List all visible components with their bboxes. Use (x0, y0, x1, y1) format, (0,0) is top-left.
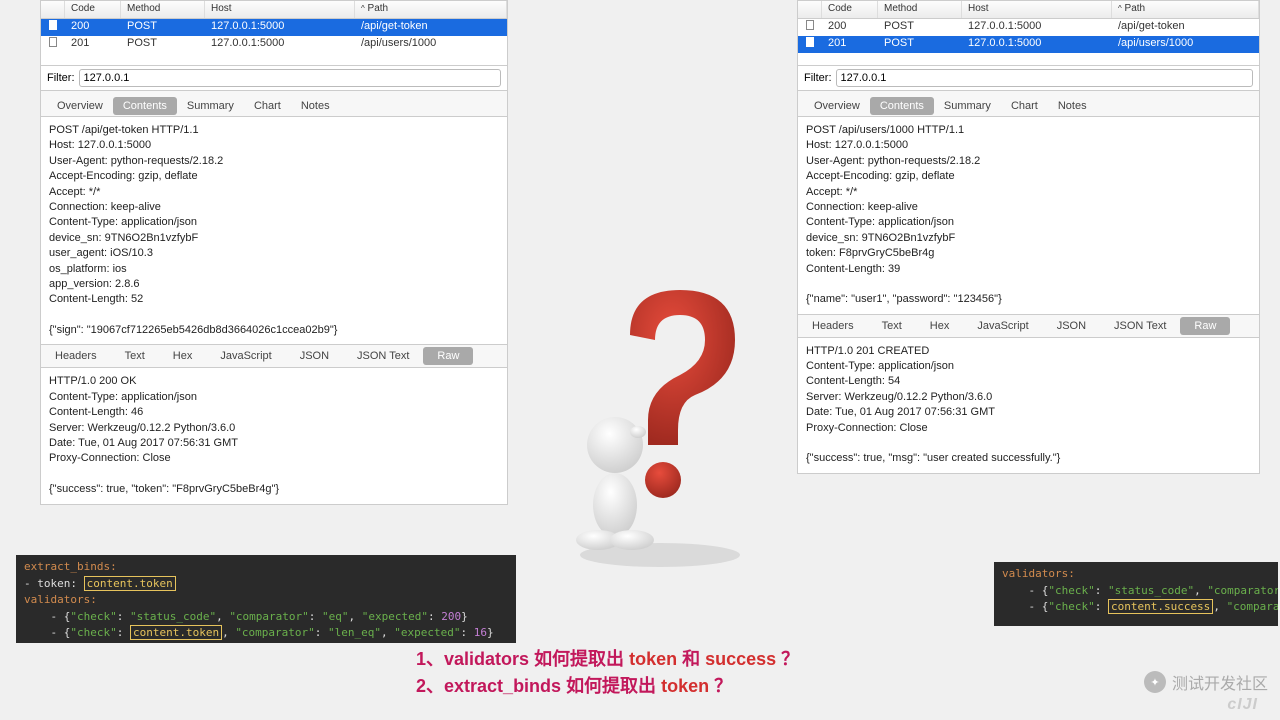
col-method[interactable]: Method (878, 1, 962, 18)
tab-summary[interactable]: Summary (934, 97, 1001, 115)
file-icon (806, 37, 814, 47)
subtab-json[interactable]: JSON (286, 347, 343, 365)
col-path[interactable]: ^ Path (1112, 1, 1259, 18)
file-icon (49, 37, 57, 47)
highlight-content-token: content.token (84, 576, 176, 591)
subtab-js[interactable]: JavaScript (206, 347, 285, 365)
subtab-jsontext[interactable]: JSON Text (1100, 317, 1180, 335)
subtab-headers[interactable]: Headers (798, 317, 868, 335)
file-icon (806, 20, 814, 30)
request-row[interactable]: 201 POST 127.0.0.1:5000 /api/users/1000 (41, 36, 507, 53)
subtab-hex[interactable]: Hex (916, 317, 964, 335)
filter-row: Filter: (798, 65, 1259, 91)
tab-contents[interactable]: Contents (870, 97, 934, 115)
tab-chart[interactable]: Chart (1001, 97, 1048, 115)
sort-asc-icon: ^ (1118, 4, 1122, 13)
filter-row: Filter: (41, 65, 507, 91)
http-inspector-left: Code Method Host ^ Path 200 POST 127.0.0… (40, 0, 508, 505)
yaml-snippet-left: extract_binds: - token: content.token va… (16, 555, 516, 643)
subtab-raw[interactable]: Raw (1180, 317, 1230, 335)
request-content: POST /api/users/1000 HTTP/1.1 Host: 127.… (798, 117, 1259, 314)
question-text: 1、validators 如何提取出 token 和 success ？ 2、e… (416, 646, 799, 700)
tab-overview[interactable]: Overview (47, 97, 113, 115)
subtab-json[interactable]: JSON (1043, 317, 1100, 335)
highlight-content-success: content.success (1108, 599, 1213, 614)
filter-label: Filter: (804, 72, 832, 84)
http-inspector-right: Code Method Host ^ Path 200 POST 127.0.0… (797, 0, 1260, 474)
response-tabbar: Headers Text Hex JavaScript JSON JSON Te… (798, 314, 1259, 338)
subtab-headers[interactable]: Headers (41, 347, 111, 365)
request-row[interactable]: 201 POST 127.0.0.1:5000 /api/users/1000 (798, 36, 1259, 53)
col-host[interactable]: Host (205, 1, 355, 18)
subtab-text[interactable]: Text (111, 347, 159, 365)
filter-label: Filter: (47, 72, 75, 84)
request-row[interactable]: 200 POST 127.0.0.1:5000 /api/get-token (41, 19, 507, 36)
subtab-js[interactable]: JavaScript (963, 317, 1042, 335)
grid-header: Code Method Host ^ Path (798, 1, 1259, 19)
file-icon (49, 20, 57, 30)
question-mark-figure (560, 280, 760, 570)
main-tabbar: Overview Contents Summary Chart Notes (798, 91, 1259, 117)
tab-summary[interactable]: Summary (177, 97, 244, 115)
col-method[interactable]: Method (121, 1, 205, 18)
request-content: POST /api/get-token HTTP/1.1 Host: 127.0… (41, 117, 507, 344)
tab-contents[interactable]: Contents (113, 97, 177, 115)
request-row[interactable]: 200 POST 127.0.0.1:5000 /api/get-token (798, 19, 1259, 36)
dji-logo: cIJI (1227, 696, 1258, 714)
tab-notes[interactable]: Notes (291, 97, 340, 115)
response-tabbar: Headers Text Hex JavaScript JSON JSON Te… (41, 344, 507, 368)
tab-notes[interactable]: Notes (1048, 97, 1097, 115)
subtab-raw[interactable]: Raw (423, 347, 473, 365)
highlight-content-token: content.token (130, 625, 222, 640)
response-content: HTTP/1.0 201 CREATED Content-Type: appli… (798, 338, 1259, 473)
response-content: HTTP/1.0 200 OK Content-Type: applicatio… (41, 368, 507, 503)
subtab-jsontext[interactable]: JSON Text (343, 347, 423, 365)
tab-chart[interactable]: Chart (244, 97, 291, 115)
col-path[interactable]: ^ Path (355, 1, 507, 18)
grid-header: Code Method Host ^ Path (41, 1, 507, 19)
col-host[interactable]: Host (962, 1, 1112, 18)
yaml-snippet-right: validators: - {"check": "status_code", "… (994, 562, 1278, 626)
col-code[interactable]: Code (65, 1, 121, 18)
main-tabbar: Overview Contents Summary Chart Notes (41, 91, 507, 117)
sort-asc-icon: ^ (361, 4, 365, 13)
subtab-hex[interactable]: Hex (159, 347, 207, 365)
filter-input[interactable] (836, 69, 1254, 87)
subtab-text[interactable]: Text (868, 317, 916, 335)
tab-overview[interactable]: Overview (804, 97, 870, 115)
wechat-icon: ✦ (1144, 671, 1166, 693)
filter-input[interactable] (79, 69, 502, 87)
col-code[interactable]: Code (822, 1, 878, 18)
wechat-watermark: ✦ 测试开发社区 (1144, 670, 1268, 694)
